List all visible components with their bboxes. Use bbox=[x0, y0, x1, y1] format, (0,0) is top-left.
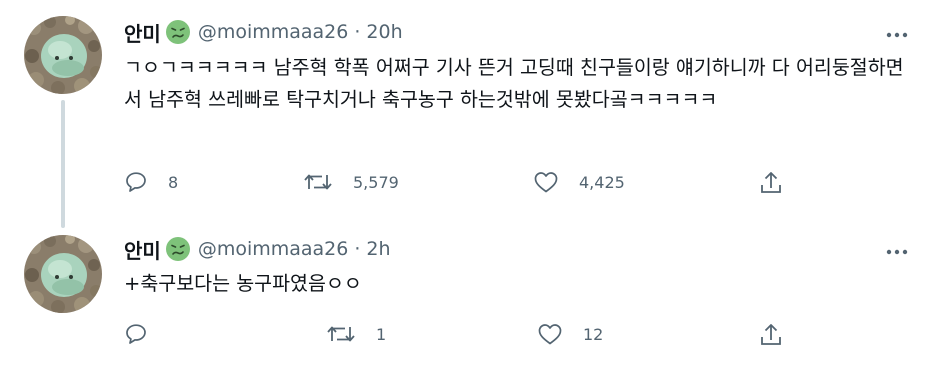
username-handle[interactable]: @moimmaaa26 bbox=[198, 21, 349, 43]
share-icon bbox=[761, 324, 781, 345]
display-name[interactable]: 안미 bbox=[124, 235, 161, 264]
separator-dot: · bbox=[354, 21, 361, 43]
avatar[interactable] bbox=[24, 16, 102, 94]
retweet-count: 1 bbox=[376, 324, 387, 344]
tweet-header: 안미 @moimmaaa26 · 2h bbox=[124, 235, 391, 263]
display-name[interactable]: 안미 bbox=[124, 18, 161, 47]
retweet-icon bbox=[327, 326, 355, 342]
share-button[interactable] bbox=[759, 322, 783, 352]
retweet-button[interactable]: 5,579 bbox=[303, 170, 399, 194]
reply-icon bbox=[126, 172, 146, 192]
timestamp[interactable]: 2h bbox=[366, 238, 390, 260]
retweet-icon bbox=[304, 174, 332, 190]
tweet[interactable]: 안미 @moimmaaa26 · 2h +축구보다는 농구파였음ㅇㅇ 1 12 bbox=[0, 218, 938, 367]
username-handle[interactable]: @moimmaaa26 bbox=[198, 238, 349, 260]
thread-line bbox=[61, 100, 65, 228]
reply-icon bbox=[126, 324, 146, 344]
nauseated-face-icon bbox=[165, 236, 191, 262]
reply-button[interactable]: 8 bbox=[124, 170, 178, 194]
nauseated-face-icon bbox=[165, 19, 191, 45]
more-options-icon[interactable] bbox=[884, 22, 910, 48]
tweet[interactable]: 안미 @moimmaaa26 · 20h ㄱㅇㄱㅋㅋㅋㅋㅋ 남주혁 학폭 어쩌구… bbox=[0, 0, 938, 228]
share-button[interactable] bbox=[759, 170, 783, 200]
retweet-button[interactable]: 1 bbox=[326, 322, 386, 346]
separator-dot: · bbox=[354, 238, 361, 260]
reply-button[interactable] bbox=[124, 322, 168, 346]
tweet-text: +축구보다는 농구파였음ㅇㅇ bbox=[124, 272, 362, 295]
timestamp[interactable]: 20h bbox=[366, 21, 402, 43]
tweet-text: ㄱㅇㄱㅋㅋㅋㅋㅋ 남주혁 학폭 어쩌구 기사 뜬거 고딩때 친구들이랑 얘기하니… bbox=[124, 56, 904, 111]
reply-count: 8 bbox=[168, 172, 179, 192]
like-button[interactable]: 12 bbox=[537, 322, 603, 346]
retweet-count: 5,579 bbox=[353, 172, 399, 192]
like-count: 4,425 bbox=[579, 172, 625, 192]
tweet-header: 안미 @moimmaaa26 · 20h bbox=[124, 18, 403, 46]
avatar[interactable] bbox=[24, 235, 102, 313]
more-options-icon[interactable] bbox=[884, 239, 910, 265]
like-count: 12 bbox=[583, 324, 604, 344]
share-icon bbox=[761, 172, 781, 193]
heart-icon bbox=[534, 172, 558, 193]
heart-icon bbox=[538, 324, 562, 345]
like-button[interactable]: 4,425 bbox=[533, 170, 625, 194]
